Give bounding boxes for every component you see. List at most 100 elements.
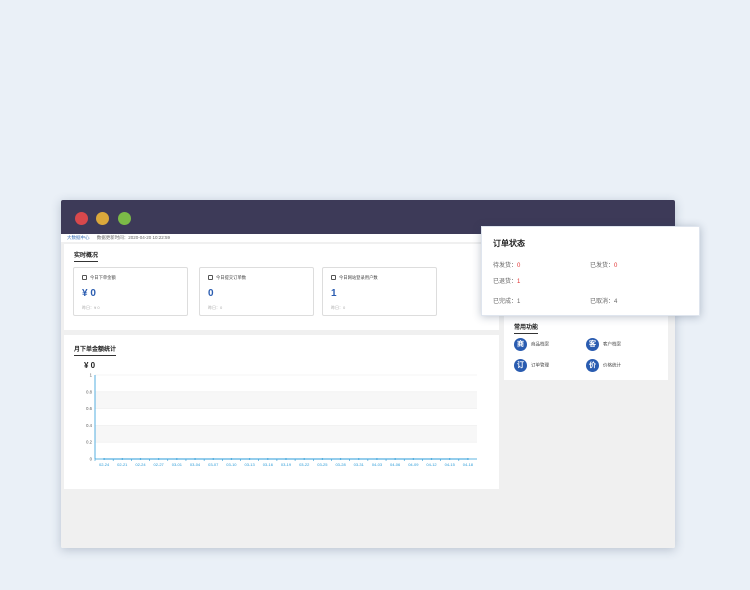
data-point <box>139 458 142 460</box>
data-point <box>157 458 160 460</box>
card-compare: 昨日：0 <box>331 305 346 310</box>
goods-icon: 商 <box>514 338 527 351</box>
shortcut-label: 价格统计 <box>603 362 621 368</box>
today-login-users-card[interactable]: 今日网站登录用户数 1 昨日：0 <box>322 267 437 316</box>
order-icon: 订 <box>514 359 527 372</box>
realtime-overview-title: 实时概况 <box>74 250 99 262</box>
y-tick-label: 1 <box>90 373 93 378</box>
status-count: 1 <box>517 299 521 305</box>
shortcuts-panel: 常用功能 商商品档案 客客户档案 订订单管理 价价格统计 <box>504 314 668 380</box>
card-label: 今日网站登录用户数 <box>339 275 378 280</box>
grid-band <box>95 425 477 443</box>
card-value: ¥ 0 <box>82 288 96 299</box>
x-tick-label: 04-12 <box>426 462 437 467</box>
data-point <box>175 458 178 460</box>
x-tick-label: 03-16 <box>263 462 274 467</box>
monthly-order-title: 月下单金额统计 <box>74 344 117 356</box>
price-icon: 价 <box>586 359 599 372</box>
customer-icon: 客 <box>586 338 599 351</box>
data-point <box>121 458 124 460</box>
today-order-count-card[interactable]: 今日提交订单数 0 昨日：0 <box>199 267 314 316</box>
card-value: 0 <box>208 288 214 299</box>
x-tick-label: 03-31 <box>354 462 365 467</box>
data-point <box>339 458 342 460</box>
status-shipped[interactable]: 已发货：0 <box>590 260 617 269</box>
data-point <box>285 458 287 460</box>
data-point <box>394 458 397 460</box>
data-point <box>412 458 415 460</box>
status-count: 4 <box>614 299 618 305</box>
x-tick-label: 03-01 <box>172 462 183 467</box>
x-tick-label: 02-27 <box>154 462 165 467</box>
shortcut-price-statistics[interactable]: 价价格统计 <box>586 359 621 372</box>
status-pending-shipment[interactable]: 待发货：0 <box>493 260 520 269</box>
y-tick-label: 0.4 <box>86 423 92 428</box>
x-tick-label: 03-07 <box>208 462 219 467</box>
x-tick-label: 03-22 <box>299 462 310 467</box>
close-window-button[interactable] <box>75 212 88 225</box>
monthly-order-chart-panel: 月下单金额统计 ¥ 0 1 0.8 0.6 0.4 0.2 0 02-24 02-21 02-2… <box>64 335 499 489</box>
y-tick-label: 0.2 <box>86 440 92 445</box>
data-point <box>467 458 469 460</box>
shortcut-customer-archive[interactable]: 客客户档案 <box>586 338 621 351</box>
shortcut-label: 客户档案 <box>603 341 621 347</box>
data-point <box>194 458 196 460</box>
y-tick-label: 0.8 <box>86 389 92 394</box>
data-point <box>430 458 433 460</box>
shopping-bag-icon <box>208 275 213 280</box>
data-point <box>248 458 251 460</box>
order-status-popup: 订单状态 待发货：0 已发货：0 已退货：1 已完成：1 已取消：4 <box>481 226 700 316</box>
data-point <box>212 458 215 460</box>
x-tick-label: 02-24 <box>99 462 110 467</box>
data-point <box>448 458 451 460</box>
status-returned[interactable]: 已退货：1 <box>493 276 520 285</box>
card-compare: 昨日：¥ 0 <box>82 305 100 310</box>
x-tick-label: 04-15 <box>445 462 456 467</box>
x-tick-label: 03-19 <box>281 462 292 467</box>
maximize-window-button[interactable] <box>118 212 131 225</box>
x-tick-label: 04-06 <box>390 462 401 467</box>
minimize-window-button[interactable] <box>96 212 109 225</box>
y-tick-label: 0 <box>90 457 93 462</box>
x-tick-label: 02-21 <box>117 462 128 467</box>
status-cancelled[interactable]: 已取消：4 <box>590 296 617 305</box>
data-point <box>230 458 233 460</box>
grid-band <box>95 391 477 409</box>
card-compare: 昨日：0 <box>208 305 223 310</box>
status-completed[interactable]: 已完成：1 <box>493 296 520 305</box>
x-tick-label: 03-10 <box>226 462 237 467</box>
card-value: 1 <box>331 288 337 299</box>
card-label: 今日下单金额 <box>90 275 116 280</box>
y-tick-label: 0.6 <box>86 406 92 411</box>
monthly-total-value: ¥ 0 <box>84 361 96 370</box>
x-tick-label: 02-24 <box>135 462 146 467</box>
data-point <box>303 458 306 460</box>
x-tick-label: 03-13 <box>245 462 256 467</box>
today-order-amount-card[interactable]: 今日下单金额 ¥ 0 昨日：¥ 0 <box>73 267 188 316</box>
shopping-bag-icon <box>331 275 336 280</box>
shortcut-goods-archive[interactable]: 商商品档案 <box>514 338 549 351</box>
data-point <box>103 458 105 460</box>
shortcut-order-management[interactable]: 订订单管理 <box>514 359 549 372</box>
data-updated-time: 数据更新时间：2020-04-20 10:22:59 <box>96 235 171 240</box>
data-point <box>376 458 378 460</box>
card-label: 今日提交订单数 <box>216 275 247 280</box>
x-tick-label: 04-18 <box>463 462 474 467</box>
status-count: 0 <box>517 263 521 269</box>
x-tick-label: 03-28 <box>335 462 346 467</box>
x-tick-label: 03-25 <box>317 462 328 467</box>
data-point <box>266 458 269 460</box>
order-amount-line-chart: 1 0.8 0.6 0.4 0.2 0 02-24 02-21 02-24 02-27 03-01 0… <box>86 373 477 467</box>
realtime-overview-panel: 实时概况 今日下单金额 ¥ 0 昨日：¥ 0 今日提交订单数 0 昨日：0 今日… <box>64 244 499 330</box>
status-count: 0 <box>614 263 618 269</box>
shortcuts-title: 常用功能 <box>514 322 539 334</box>
x-tick-label: 04-09 <box>408 462 419 467</box>
x-tick-label: 03-04 <box>190 462 201 467</box>
breadcrumb-home-link[interactable]: 大数据中心 <box>67 235 90 240</box>
shortcut-label: 商品档案 <box>531 341 549 347</box>
shopping-bag-icon <box>82 275 87 280</box>
shortcut-label: 订单管理 <box>531 362 549 368</box>
data-point <box>321 458 324 460</box>
data-point <box>357 458 360 460</box>
x-tick-label: 04-03 <box>372 462 383 467</box>
